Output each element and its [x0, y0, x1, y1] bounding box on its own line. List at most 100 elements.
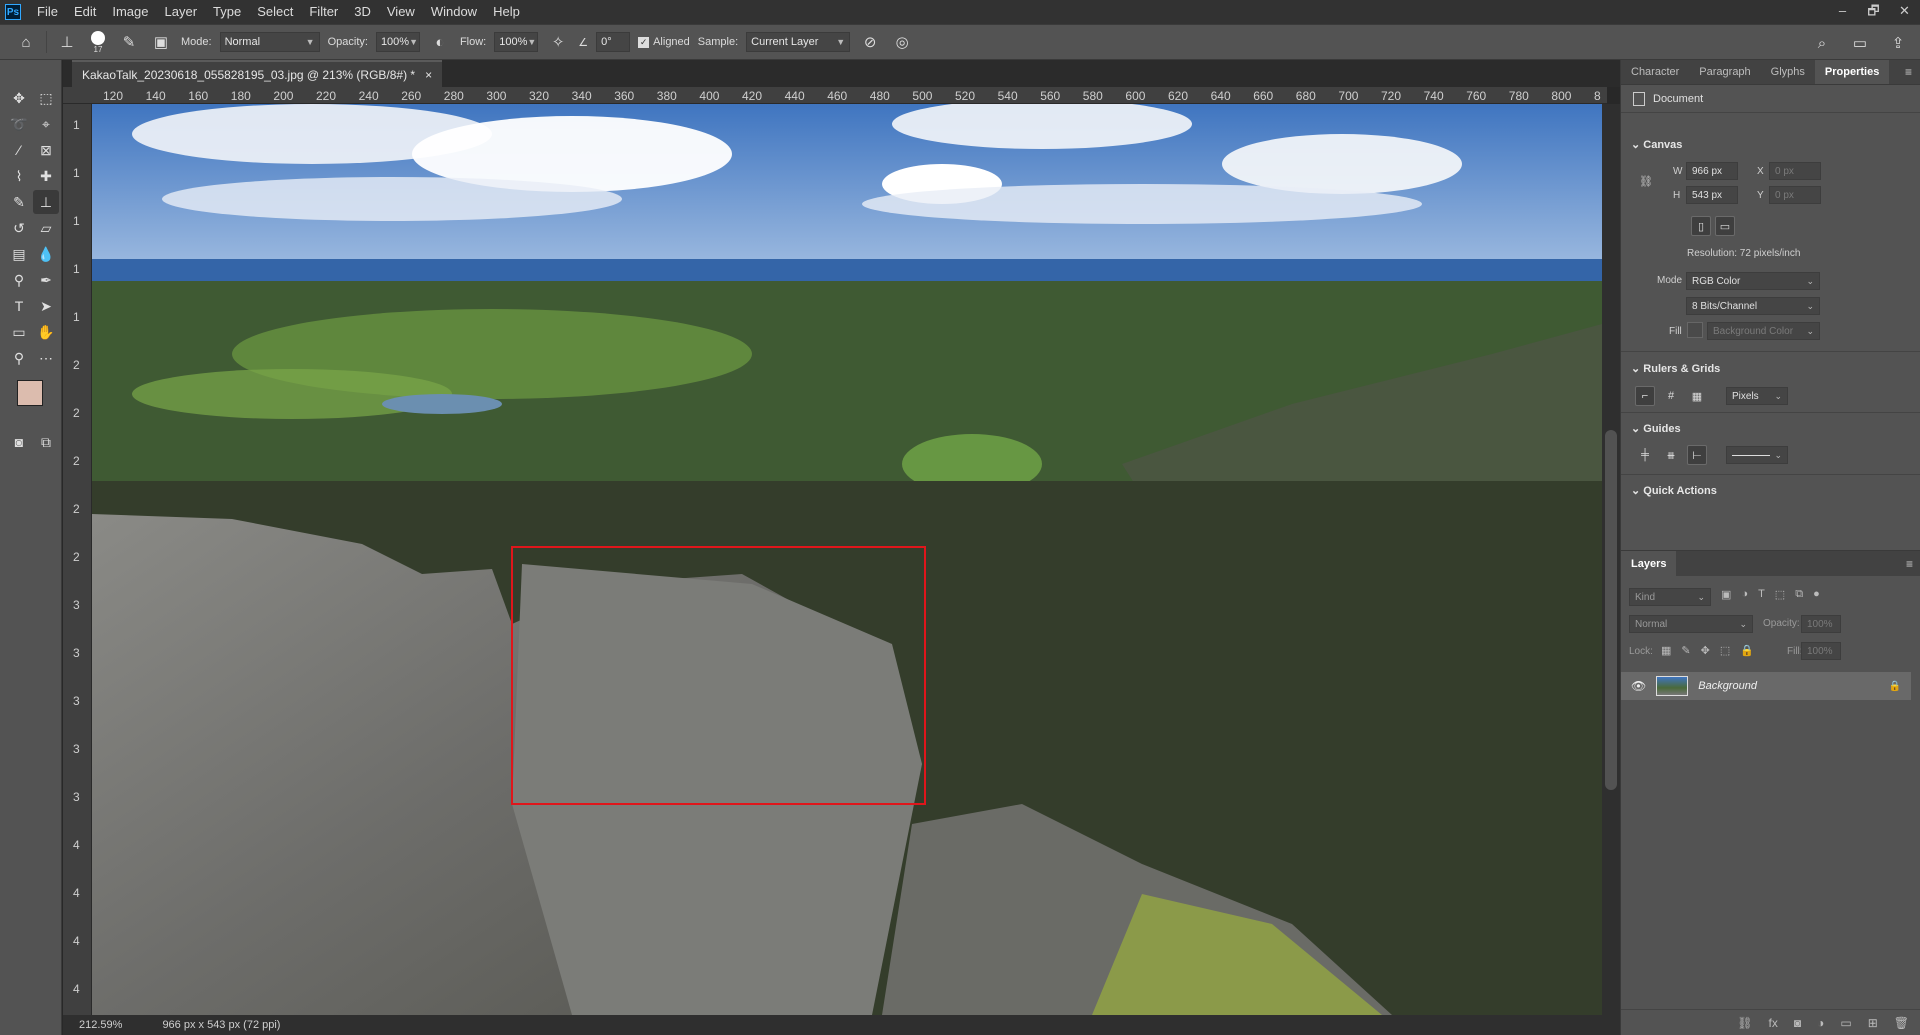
- share-icon[interactable]: ⇪: [1886, 31, 1910, 55]
- home-icon[interactable]: ⌂: [14, 30, 38, 54]
- quick-mask-icon[interactable]: ◙: [6, 430, 32, 454]
- marquee-tool-icon[interactable]: ⬚: [33, 86, 59, 110]
- zoom-tool-icon[interactable]: ⚲: [6, 346, 32, 370]
- type-tool-icon[interactable]: T: [6, 294, 32, 318]
- move-tool-icon[interactable]: ✥: [6, 86, 32, 110]
- guide-style-select[interactable]: ⌄: [1726, 446, 1788, 464]
- menu-select[interactable]: Select: [249, 0, 301, 24]
- menu-image[interactable]: Image: [104, 0, 156, 24]
- link-layers-icon[interactable]: ⛓: [1737, 1016, 1752, 1030]
- minimize-button[interactable]: –: [1827, 0, 1858, 24]
- lasso-tool-icon[interactable]: ➰: [6, 112, 32, 136]
- grid-toggle-icon[interactable]: #: [1661, 386, 1681, 406]
- magic-wand-tool-icon[interactable]: ⁄: [6, 138, 32, 162]
- pressure-size-icon[interactable]: ◎: [890, 30, 914, 54]
- type-layer-filter-icon[interactable]: T: [1758, 588, 1765, 601]
- restore-button[interactable]: 🗗: [1858, 0, 1889, 24]
- lock-artboard-icon[interactable]: ⬚: [1720, 644, 1730, 657]
- menu-window[interactable]: Window: [423, 0, 485, 24]
- more-tools-icon[interactable]: ⋯: [33, 346, 59, 370]
- rulers-grids-section-header[interactable]: ⌄ Rulers & Grids: [1631, 362, 1720, 375]
- clone-stamp-preset-icon[interactable]: ⊥: [55, 30, 79, 54]
- clone-source-icon[interactable]: ▣: [149, 30, 173, 54]
- workspace-icon[interactable]: ▭: [1848, 31, 1872, 55]
- adjustment-layer-icon[interactable]: ◑: [1817, 1016, 1824, 1030]
- clone-stamp-tool-icon[interactable]: ⊥: [33, 190, 59, 214]
- angle-input[interactable]: 0°: [596, 32, 631, 52]
- panel-menu-icon[interactable]: ≡: [1905, 60, 1920, 84]
- shape-layer-filter-icon[interactable]: ⬚: [1775, 588, 1785, 601]
- menu-type[interactable]: Type: [205, 0, 249, 24]
- screen-mode-icon[interactable]: ⧉: [33, 430, 59, 454]
- tab-layers[interactable]: Layers: [1621, 551, 1677, 576]
- blur-tool-icon[interactable]: 💧: [33, 242, 59, 266]
- hand-tool-icon[interactable]: ✋: [33, 320, 59, 344]
- aligned-checkbox[interactable]: ✓ Aligned: [638, 36, 690, 48]
- smart-guides-icon[interactable]: ⊢: [1687, 445, 1707, 465]
- tab-properties[interactable]: Properties: [1814, 60, 1890, 84]
- mode-select[interactable]: Normal ▼: [219, 32, 320, 52]
- rectangle-tool-icon[interactable]: ▭: [6, 320, 32, 344]
- sample-select[interactable]: Current Layer ▼: [746, 32, 851, 52]
- menu-file[interactable]: File: [29, 0, 66, 24]
- canvas-section-header[interactable]: ⌄ Canvas: [1631, 138, 1682, 151]
- blend-mode-select[interactable]: Normal ⌄: [1629, 615, 1753, 633]
- opacity-input[interactable]: 100% ▼: [375, 32, 420, 52]
- vertical-ruler[interactable]: 1 1 1 1 1 2 2 2 2 2 3 3 3 3 3 4 4 4 4: [63, 104, 92, 1015]
- dodge-tool-icon[interactable]: ⚲: [6, 268, 32, 292]
- filter-toggle-icon[interactable]: ●: [1813, 588, 1820, 601]
- new-group-icon[interactable]: ▭: [1840, 1016, 1851, 1030]
- crop-tool-icon[interactable]: ⊠: [33, 138, 59, 162]
- history-brush-tool-icon[interactable]: ↺: [6, 216, 32, 240]
- menu-3d[interactable]: 3D: [346, 0, 379, 24]
- flow-input[interactable]: 100% ▼: [494, 32, 539, 52]
- foreground-color-swatch[interactable]: [17, 380, 43, 406]
- document-canvas[interactable]: [92, 104, 1602, 1015]
- tab-glyphs[interactable]: Glyphs: [1761, 60, 1815, 84]
- height-input[interactable]: 543 px: [1686, 186, 1738, 204]
- adjustment-layer-filter-icon[interactable]: ◑: [1741, 588, 1748, 601]
- brush-tool-icon[interactable]: ✎: [6, 190, 32, 214]
- tab-paragraph[interactable]: Paragraph: [1689, 60, 1760, 84]
- layer-row[interactable]: 👁 Background 🔒: [1621, 672, 1911, 700]
- layer-kind-filter[interactable]: Kind ⌄: [1629, 588, 1711, 606]
- layer-mask-icon[interactable]: ◙: [1794, 1016, 1801, 1030]
- rulers-toggle-icon[interactable]: ⌐: [1635, 386, 1655, 406]
- color-mode-select[interactable]: RGB Color ⌄: [1686, 272, 1820, 290]
- pixel-grid-toggle-icon[interactable]: ▦: [1687, 386, 1707, 406]
- visibility-eye-icon[interactable]: 👁: [1631, 679, 1646, 693]
- pressure-opacity-icon[interactable]: ◐: [428, 30, 452, 54]
- layer-opacity-input[interactable]: 100%: [1801, 615, 1841, 633]
- bit-depth-select[interactable]: 8 Bits/Channel ⌄: [1686, 297, 1820, 315]
- grid-guides-icon[interactable]: ⧻: [1661, 445, 1681, 465]
- layer-name[interactable]: Background: [1698, 680, 1757, 692]
- menu-view[interactable]: View: [379, 0, 423, 24]
- lock-transparent-icon[interactable]: ▦: [1661, 644, 1671, 657]
- airbrush-icon[interactable]: ✧: [546, 30, 570, 54]
- horizontal-ruler[interactable]: 120 140 160 180 200 220 240 260 280 300 320 340 360 3…: [63, 87, 1607, 104]
- x-input[interactable]: 0 px: [1769, 162, 1821, 180]
- pixel-layer-filter-icon[interactable]: ▣: [1721, 588, 1731, 601]
- quick-actions-section-header[interactable]: ⌄ Quick Actions: [1631, 484, 1717, 497]
- eyedropper-tool-icon[interactable]: ⌇: [6, 164, 32, 188]
- smart-object-filter-icon[interactable]: ⧉: [1795, 588, 1803, 601]
- pen-tool-icon[interactable]: ✒: [33, 268, 59, 292]
- menu-filter[interactable]: Filter: [301, 0, 346, 24]
- lock-image-icon[interactable]: ✎: [1681, 644, 1690, 657]
- menu-layer[interactable]: Layer: [157, 0, 206, 24]
- y-input[interactable]: 0 px: [1769, 186, 1821, 204]
- width-input[interactable]: 966 px: [1686, 162, 1738, 180]
- link-dimensions-icon[interactable]: ⛓: [1639, 175, 1653, 188]
- layer-style-icon[interactable]: fx: [1769, 1016, 1778, 1030]
- scrollbar-thumb[interactable]: [1605, 430, 1617, 790]
- close-tab-icon[interactable]: ×: [425, 68, 432, 82]
- eraser-tool-icon[interactable]: ▱: [33, 216, 59, 240]
- menu-help[interactable]: Help: [485, 0, 528, 24]
- landscape-orientation-icon[interactable]: ▭: [1715, 216, 1735, 236]
- layer-fill-input[interactable]: 100%: [1801, 642, 1841, 660]
- panel-menu-icon[interactable]: ≡: [1906, 551, 1920, 576]
- document-tab[interactable]: KakaoTalk_20230618_055828195_03.jpg @ 21…: [72, 60, 443, 87]
- gradient-tool-icon[interactable]: ▤: [6, 242, 32, 266]
- tab-character[interactable]: Character: [1621, 60, 1689, 84]
- path-selection-tool-icon[interactable]: ➤: [33, 294, 59, 318]
